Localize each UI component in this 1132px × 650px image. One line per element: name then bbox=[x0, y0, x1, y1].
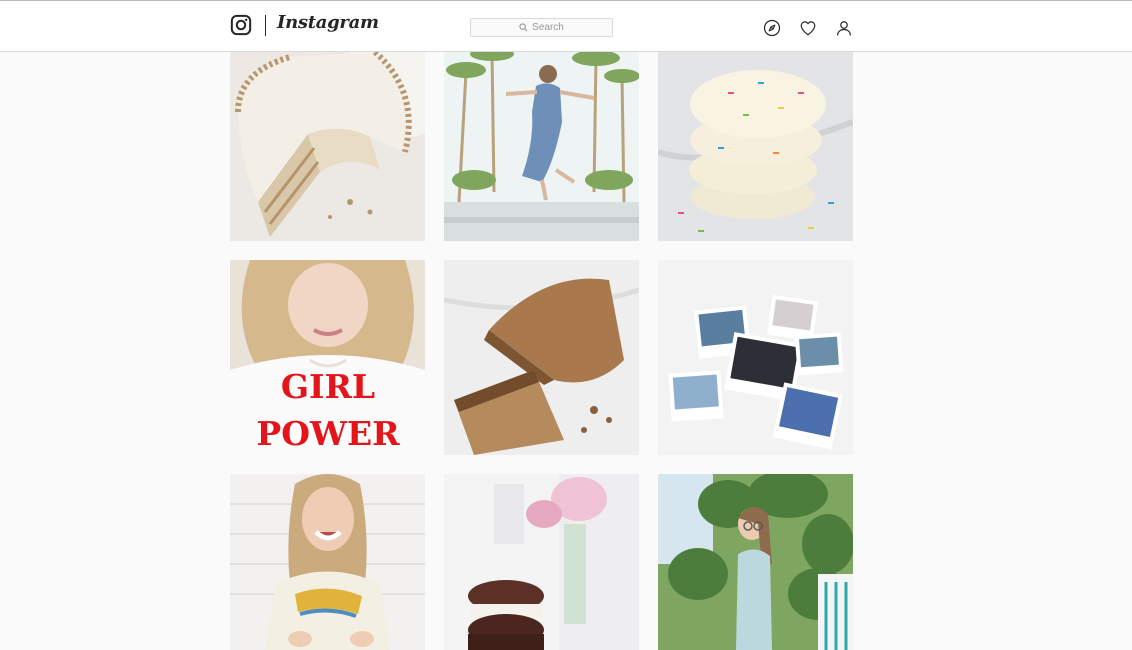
girl-power-photo: GIRL POWER bbox=[230, 260, 425, 455]
post-jump[interactable] bbox=[444, 52, 639, 241]
search-input[interactable]: Search bbox=[470, 18, 613, 37]
post-polaroids[interactable] bbox=[658, 260, 853, 455]
bread-photo bbox=[444, 260, 639, 455]
post-girl-power[interactable]: GIRL POWER bbox=[230, 260, 425, 455]
jump-photo bbox=[444, 52, 639, 241]
laughing-woman-photo bbox=[230, 474, 425, 650]
logo-divider bbox=[265, 15, 266, 36]
post-laughing-woman[interactable] bbox=[230, 474, 425, 650]
post-cookies[interactable] bbox=[658, 52, 853, 241]
post-cake[interactable] bbox=[230, 52, 425, 241]
garden-woman-photo bbox=[658, 474, 853, 650]
shirt-text-power: POWER bbox=[256, 414, 400, 453]
whoopie-pie-photo bbox=[444, 474, 639, 650]
search-placeholder: Search bbox=[532, 22, 564, 33]
top-navigation-bar: Instagram Search bbox=[0, 0, 1132, 52]
search-icon bbox=[519, 23, 528, 32]
instagram-wordmark[interactable]: Instagram bbox=[277, 12, 379, 33]
post-garden-woman[interactable] bbox=[658, 474, 853, 650]
cake-photo bbox=[230, 52, 425, 241]
shirt-text-girl: GIRL bbox=[281, 367, 375, 406]
cookies-photo bbox=[658, 52, 853, 241]
compass-icon[interactable] bbox=[763, 19, 781, 37]
polaroids-photo bbox=[658, 260, 853, 455]
instagram-logo-icon[interactable] bbox=[230, 14, 252, 36]
profile-icon[interactable] bbox=[835, 19, 853, 37]
post-bread[interactable] bbox=[444, 260, 639, 455]
post-whoopie-pie[interactable] bbox=[444, 474, 639, 650]
heart-icon[interactable] bbox=[799, 19, 817, 37]
post-grid: GIRL POWER bbox=[230, 52, 853, 650]
